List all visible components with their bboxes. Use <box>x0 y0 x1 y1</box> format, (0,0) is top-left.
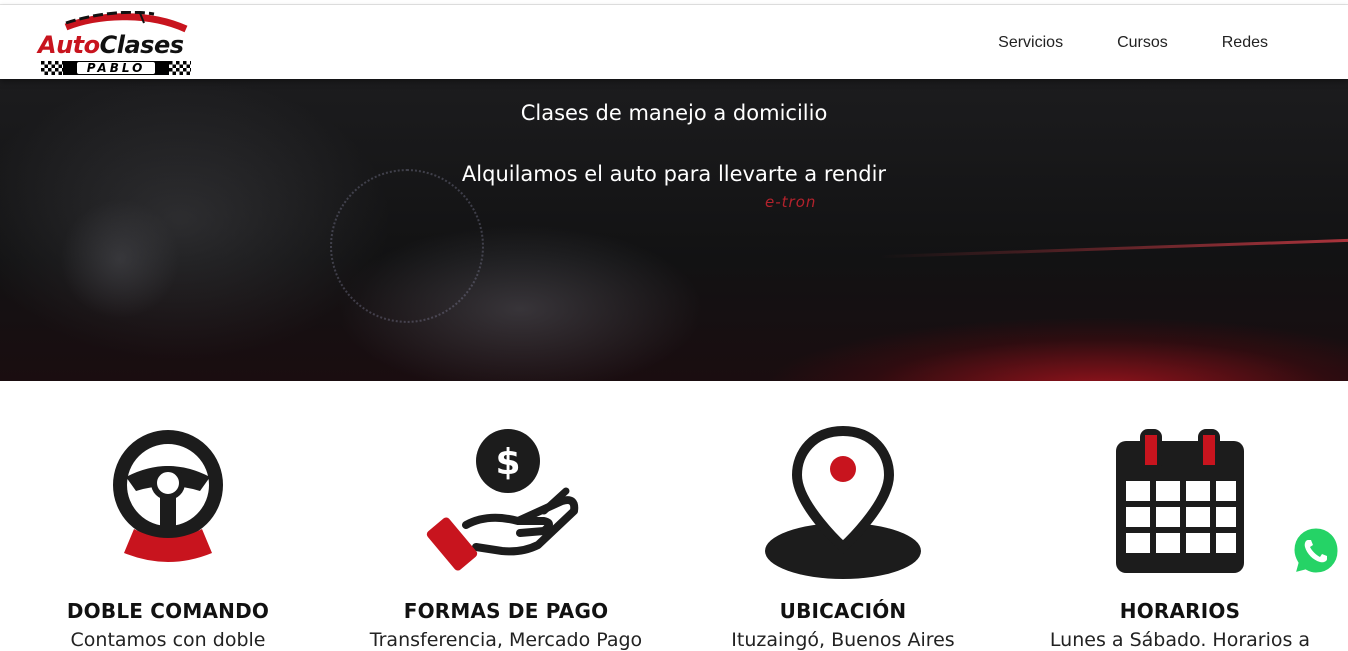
feature-title: HORARIOS <box>1119 599 1241 623</box>
features-section: DOBLE COMANDO Contamos con doble $ FORMA… <box>0 381 1348 651</box>
ambient-light-strip <box>880 238 1348 259</box>
car-badge: e-tron <box>765 193 817 211</box>
nav-redes[interactable]: Redes <box>1222 34 1268 52</box>
hero-headline: Clases de manejo a domicilio <box>520 101 828 125</box>
checkered-flag-icon <box>169 61 191 75</box>
site-header: AutoClases PABLO Servicios Cursos Redes <box>0 5 1348 79</box>
feature-title: FORMAS DE PAGO <box>403 599 609 623</box>
site-logo[interactable]: AutoClases PABLO <box>36 11 196 75</box>
logo-band: PABLO <box>41 61 191 75</box>
steering-blur <box>60 199 180 319</box>
payment-hand-icon: $ <box>426 429 579 571</box>
location-pin-icon <box>765 425 921 579</box>
svg-text:$: $ <box>495 442 520 483</box>
main-nav: Servicios Cursos Redes <box>998 34 1268 52</box>
feature-title: DOBLE COMANDO <box>66 599 270 623</box>
dashboard-dial <box>330 169 484 323</box>
feature-title: UBICACIÓN <box>779 599 907 623</box>
whatsapp-icon <box>1291 525 1341 577</box>
whatsapp-button[interactable] <box>1289 524 1343 578</box>
hero-subheadline: Alquilamos el auto para llevarte a rendi… <box>461 162 887 186</box>
nav-cursos[interactable]: Cursos <box>1117 34 1168 52</box>
nav-servicios[interactable]: Servicios <box>998 34 1063 52</box>
logo-word-auto: Auto <box>38 31 100 59</box>
steering-wheel-icon <box>113 430 223 562</box>
logo-wordmark: AutoClases <box>38 31 184 59</box>
logo-sub: PABLO <box>76 62 156 74</box>
calendar-icon <box>1116 429 1244 573</box>
hero-banner: e-tron Clases de manejo a domicilio Alqu… <box>0 79 1348 381</box>
checkered-flag-icon <box>41 61 63 75</box>
logo-word-clases: Clases <box>99 31 184 59</box>
